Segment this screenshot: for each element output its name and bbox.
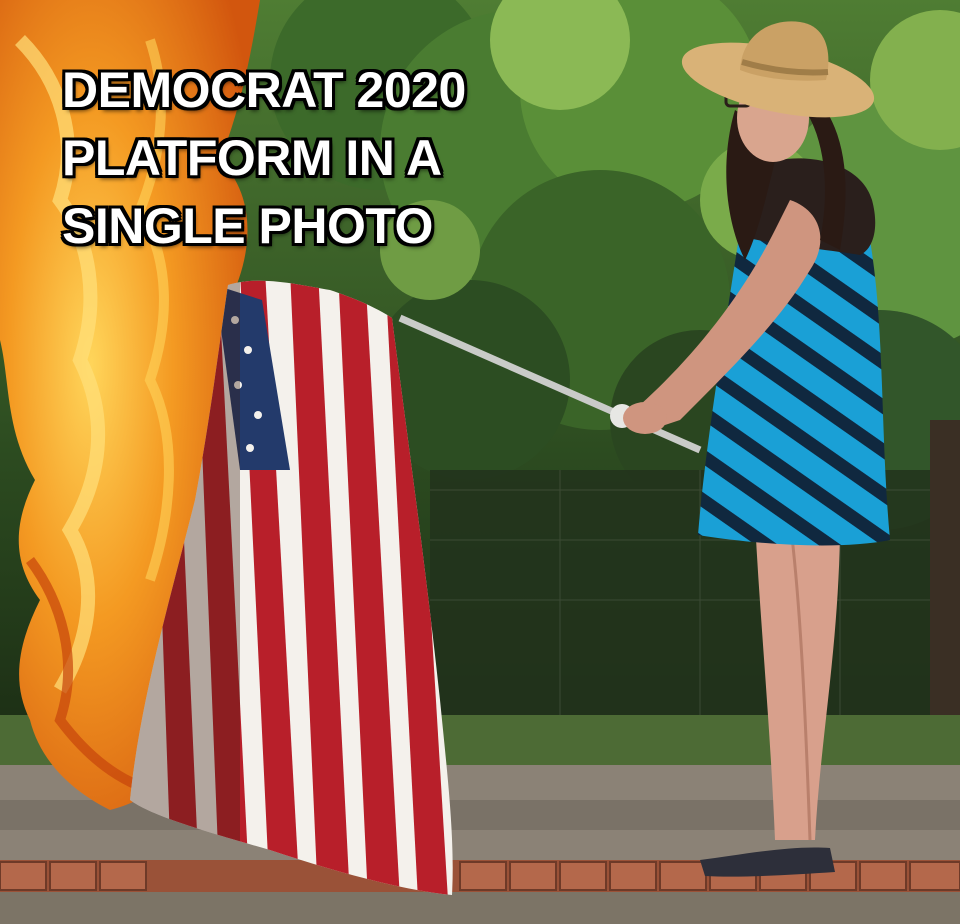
meme-caption: DEMOCRAT 2020 PLATFORM IN A SINGLE PHOTO	[62, 56, 466, 260]
caption-line-1: DEMOCRAT 2020	[62, 62, 466, 118]
caption-line-3: SINGLE PHOTO	[62, 198, 433, 254]
hand	[623, 402, 667, 434]
tree-trunk	[930, 420, 960, 720]
caption-line-2: PLATFORM IN A	[62, 130, 442, 186]
meme-photo: DEMOCRAT 2020 PLATFORM IN A SINGLE PHOTO	[0, 0, 960, 924]
